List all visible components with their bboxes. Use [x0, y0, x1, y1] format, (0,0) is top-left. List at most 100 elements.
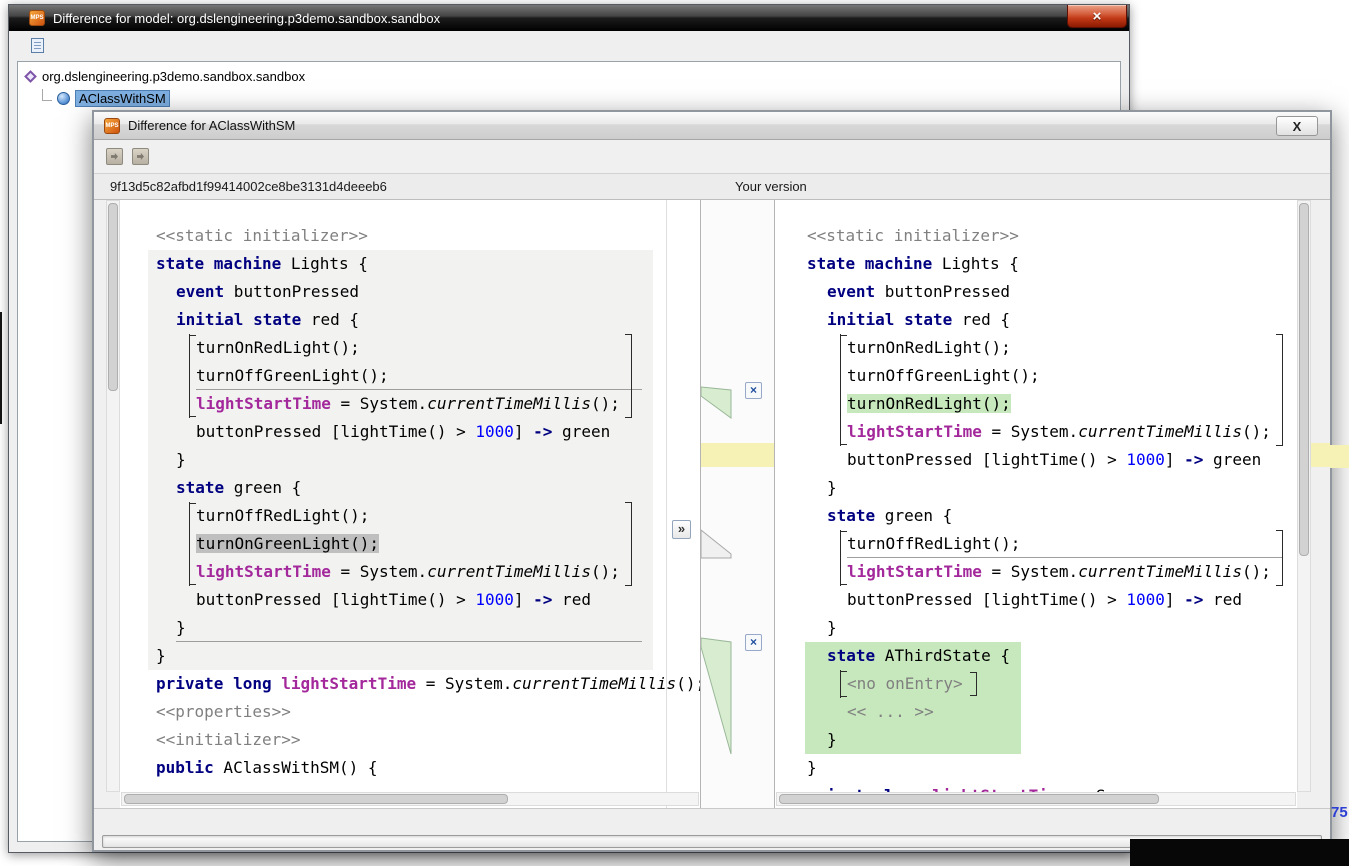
code-line[interactable]: turnOnRedLight();	[775, 334, 1297, 362]
mps-icon: MPS	[104, 118, 120, 134]
code-token: state machine	[156, 254, 281, 273]
code-line[interactable]: <no onEntry>	[775, 670, 1297, 698]
tree-item-class[interactable]: AClassWithSM	[42, 89, 1120, 107]
code-token: ();	[591, 394, 620, 413]
code-line[interactable]: turnOffRedLight();	[120, 502, 700, 530]
tree-item-model[interactable]: org.dslengineering.p3demo.sandbox.sandbo…	[18, 62, 1120, 84]
code-line[interactable]: turnOnRedLight();	[120, 334, 700, 362]
code-line[interactable]: <<static initializer>>	[775, 222, 1297, 250]
code-line[interactable]: initial state red {	[120, 306, 700, 334]
code-line[interactable]: lightStartTime = System.currentTimeMilli…	[775, 558, 1297, 586]
code-token: 1000	[1126, 450, 1165, 469]
code-line[interactable]: }	[120, 446, 700, 474]
code-token: initial state	[827, 310, 952, 329]
apply-change-button[interactable]: »	[672, 520, 691, 539]
code-line[interactable]: state machine Lights {	[775, 250, 1297, 278]
code-line[interactable]: <<static initializer>>	[120, 222, 700, 250]
change-marker-strip	[1311, 200, 1330, 808]
left-vertical-scrollbar[interactable]	[106, 200, 120, 792]
code-token: ]	[1165, 450, 1184, 469]
code-line[interactable]: event buttonPressed	[775, 278, 1297, 306]
code-line[interactable]: <<properties>>	[120, 698, 700, 726]
document-icon[interactable]	[31, 38, 44, 53]
scrollbar-thumb[interactable]	[124, 794, 508, 804]
right-vertical-scrollbar[interactable]	[1297, 200, 1311, 792]
code-line[interactable]: turnOnRedLight();	[775, 390, 1297, 418]
code-token: Lights {	[932, 254, 1019, 273]
code-line[interactable]: lightStartTime = System.currentTimeMilli…	[120, 558, 700, 586]
code-line[interactable]: buttonPressed [lightTime() > 1000] -> gr…	[120, 418, 700, 446]
code-line[interactable]: turnOnGreenLight();	[120, 530, 700, 558]
code-line[interactable]: }	[775, 754, 1297, 782]
code-line[interactable]: buttonPressed [lightTime() > 1000] -> re…	[120, 586, 700, 614]
code-line[interactable]: state green {	[120, 474, 700, 502]
code-line[interactable]: turnOffRedLight();	[775, 530, 1297, 558]
code-line[interactable]: lightStartTime = System.currentTimeMilli…	[775, 418, 1297, 446]
window-title: Difference for AClassWithSM	[128, 118, 295, 133]
dismiss-change-button[interactable]: ×	[745, 634, 762, 651]
code-token: turnOffGreenLight();	[196, 366, 389, 385]
code-line[interactable]: state machine Lights {	[120, 250, 700, 278]
code-token: turnOffGreenLight();	[847, 366, 1040, 385]
code-line[interactable]: public AClassWithSM() {	[120, 754, 700, 782]
code-token: }	[827, 478, 837, 497]
code-line[interactable]: }	[775, 614, 1297, 642]
code-token: red	[1203, 590, 1242, 609]
code-token: buttonPressed [lightTime() >	[196, 422, 475, 441]
code-line[interactable]: turnOffGreenLight();	[775, 362, 1297, 390]
code-line[interactable]: lightStartTime = System.currentTimeMilli…	[120, 390, 700, 418]
code-token: buttonPressed [lightTime() >	[847, 590, 1126, 609]
scrollbar-thumb[interactable]	[1299, 203, 1309, 556]
code-token: ]	[514, 422, 533, 441]
dismiss-change-button[interactable]: ×	[745, 382, 762, 399]
code-line[interactable]: buttonPressed [lightTime() > 1000] -> re…	[775, 586, 1297, 614]
code-token: AClassWithSM() {	[214, 758, 378, 777]
code-line[interactable]: << ... >>	[775, 698, 1297, 726]
statement-bracket: turnOffRedLight();	[840, 530, 1020, 558]
code-token: = System.	[982, 422, 1078, 441]
taskbar-fragment	[1130, 839, 1349, 866]
mps-icon: MPS	[29, 10, 45, 26]
code-token: state	[827, 646, 875, 665]
code-line[interactable]: }	[120, 642, 700, 670]
code-token: turnOnRedLight();	[196, 338, 360, 357]
scrollbar-thumb[interactable]	[779, 794, 1159, 804]
code-line[interactable]: <<initializer>>	[120, 726, 700, 754]
code-token: <<static initializer>>	[156, 226, 368, 245]
code-line[interactable]: }	[775, 726, 1297, 754]
class-diff-titlebar[interactable]: MPS Difference for AClassWithSM X	[94, 112, 1330, 140]
code-line[interactable]: turnOffGreenLight();	[120, 362, 700, 390]
right-horizontal-scrollbar[interactable]	[776, 792, 1296, 806]
statement-bracket: lightStartTime = System.currentTimeMilli…	[840, 418, 1271, 446]
code-token: ]	[514, 590, 533, 609]
statement-bracket: lightStartTime = System.currentTimeMilli…	[840, 558, 1271, 586]
scrollbar-thumb[interactable]	[108, 203, 118, 391]
code-line[interactable]: buttonPressed [lightTime() > 1000] -> gr…	[775, 446, 1297, 474]
apply-nonconflicting-left-icon[interactable]	[106, 148, 123, 165]
code-token: turnOffRedLight();	[847, 534, 1020, 553]
tree-connector	[42, 89, 52, 101]
code-token: turnOnRedLight();	[847, 338, 1011, 357]
apply-nonconflicting-right-icon[interactable]	[132, 148, 149, 165]
code-line[interactable]: initial state red {	[775, 306, 1297, 334]
diff-gutter: × ×	[700, 200, 775, 808]
code-token: ->	[533, 590, 552, 609]
code-line[interactable]: event buttonPressed	[120, 278, 700, 306]
code-token: event	[827, 282, 875, 301]
close-button[interactable]: X	[1276, 116, 1318, 136]
left-horizontal-scrollbar[interactable]	[121, 792, 699, 806]
close-button[interactable]: ×	[1067, 5, 1127, 28]
code-token: = System.	[982, 562, 1078, 581]
code-token: = System.	[331, 394, 427, 413]
code-token: green	[1203, 450, 1261, 469]
code-line[interactable]: private long lightStartTime = System.cur…	[120, 670, 700, 698]
model-diff-titlebar[interactable]: MPS Difference for model: org.dslenginee…	[9, 5, 1129, 31]
code-line[interactable]: state AThirdState {	[775, 642, 1297, 670]
code-line[interactable]: }	[120, 614, 700, 642]
code-token: }	[176, 618, 186, 637]
change-marker-yellow[interactable]	[1311, 443, 1330, 467]
window-title: Difference for model: org.dslengineering…	[53, 11, 440, 26]
code-token: lightStartTime	[281, 674, 416, 693]
code-line[interactable]: }	[775, 474, 1297, 502]
code-line[interactable]: state green {	[775, 502, 1297, 530]
